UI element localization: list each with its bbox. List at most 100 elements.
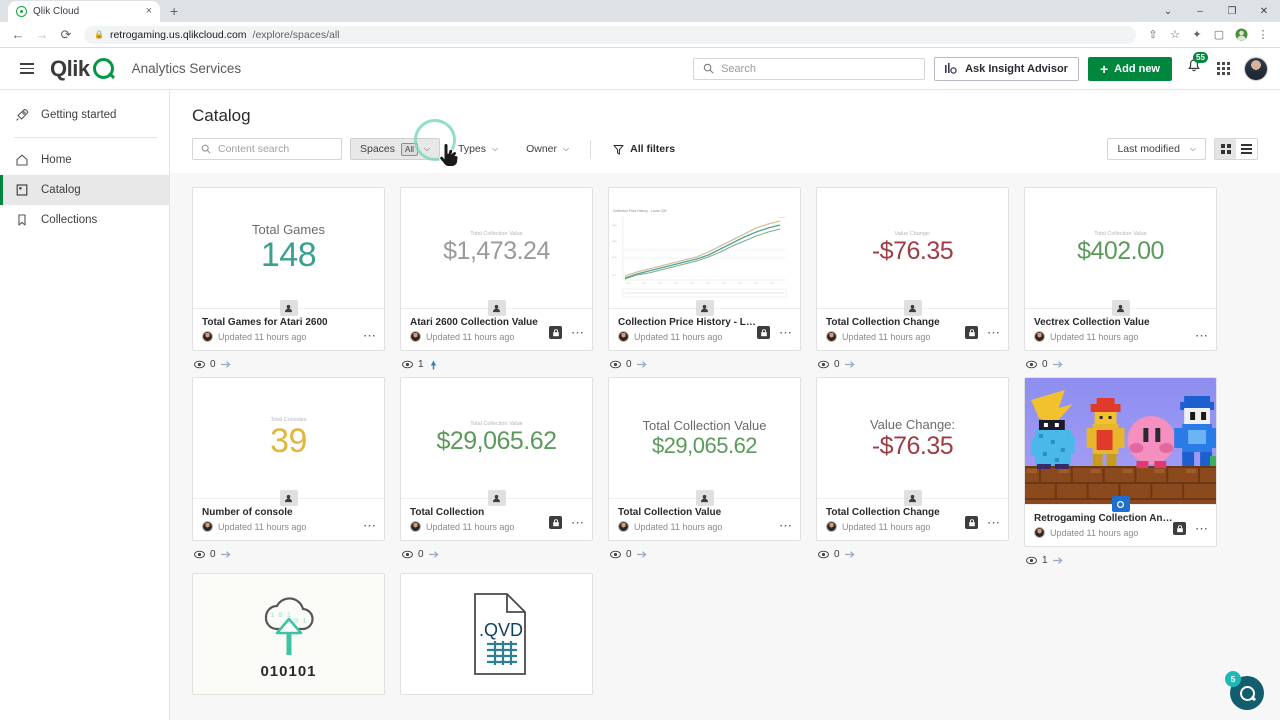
catalog-card[interactable]: Value Change: -$76.35 Total Collection C… [816,187,1009,351]
app-switcher-grid-icon[interactable] [1217,62,1230,75]
all-filters-button[interactable]: All filters [602,138,687,160]
share-arrow-icon [428,551,439,558]
card-more-menu-icon[interactable]: ⋯ [1195,329,1209,342]
profile-avatar-icon[interactable] [1230,24,1252,46]
grid-view-button[interactable] [1215,139,1236,159]
eye-icon [610,360,621,369]
qlik-logo[interactable]: Qlik [50,56,114,82]
eye-icon [1026,360,1037,369]
data-upload-icon: 1 0 10 1 [264,596,314,655]
card-thumbnail [1025,378,1216,504]
card-container: Total Collection Value $29,065.62 Total … [400,377,593,566]
private-space-lock-icon[interactable] [965,516,978,529]
notifications-button[interactable]: 55 [1186,52,1208,79]
view-count: 1 [1042,555,1048,566]
window-maximize-button[interactable]: ❐ [1216,0,1248,22]
space-badge-icon [903,300,922,316]
space-badge-icon [279,490,298,506]
home-icon [14,153,29,167]
catalog-card[interactable]: Total Consoles 39 Number of console Upda… [192,377,385,541]
catalog-card[interactable]: Total Collection Value $29,065.62 Total … [608,377,801,541]
catalog-card[interactable]: Total Collection Value $1,473.24 Atari 2… [400,187,593,351]
share-arrow-icon [1052,557,1063,564]
side-panel-icon[interactable]: ▢ [1208,24,1230,46]
spaces-filter-label: Spaces [360,143,396,155]
catalog-card[interactable]: Collection Price History - Loose CIB 201… [608,187,801,351]
svg-text:0 1: 0 1 [294,618,307,626]
card-updated-text: Updated 11 hours ago [842,521,931,532]
eye-icon [402,360,413,369]
add-new-button[interactable]: + Add new [1087,56,1172,81]
share-icon[interactable]: ⇧ [1142,24,1164,46]
card-more-menu-icon[interactable]: ⋯ [363,519,377,532]
private-space-lock-icon[interactable] [1173,522,1186,535]
browser-tab[interactable]: Qlik Cloud × [8,1,160,22]
window-close-button[interactable]: ✕ [1248,0,1280,22]
catalog-card[interactable]: 1 0 10 1 010101 [192,573,385,695]
svg-text:2020: 2020 [674,283,680,285]
card-more-menu-icon[interactable]: ⋯ [363,329,377,342]
catalog-card[interactable]: Total Collection Value $402.00 Vectrex C… [1024,187,1217,351]
user-avatar[interactable] [1244,56,1268,81]
extensions-puzzle-icon[interactable]: ✦ [1186,24,1208,46]
card-container: .QVD [400,573,593,695]
list-view-button[interactable] [1236,139,1257,159]
card-more-menu-icon[interactable]: ⋯ [1195,522,1209,535]
back-icon[interactable]: ← [6,23,30,47]
catalog-card[interactable]: Total Collection Value $29,065.62 Total … [400,377,593,541]
global-search-input[interactable]: Search [693,57,926,80]
bookmark-star-icon[interactable]: ☆ [1164,24,1186,46]
forward-icon[interactable]: → [30,23,54,47]
window-minimize-button[interactable]: – [1184,0,1216,22]
sidebar-item-collections[interactable]: Collections [0,205,169,235]
kpi-value: 39 [270,421,307,460]
ask-insight-advisor-button[interactable]: Ask Insight Advisor [934,56,1079,81]
content-scrollbar[interactable] [1273,90,1280,720]
browser-tab-strip: Qlik Cloud × + ⌄ – ❐ ✕ [0,0,1280,22]
kpi-value: $1,473.24 [443,237,550,266]
new-tab-button[interactable]: + [170,3,178,19]
share-arrow-icon [220,551,231,558]
sidebar-item-getting-started[interactable]: Getting started [0,100,169,130]
owner-avatar-icon [202,521,213,532]
app-header: Qlik Analytics Services Search Ask Insig… [0,48,1280,90]
hamburger-menu-icon[interactable] [12,54,42,84]
private-space-lock-icon[interactable] [549,516,562,529]
card-more-menu-icon[interactable]: ⋯ [779,326,793,339]
catalog-card[interactable]: .QVD [400,573,593,695]
catalog-card[interactable]: Value Change: -$76.35 Total Collection C… [816,377,1009,541]
card-more-menu-icon[interactable]: ⋯ [987,516,1001,529]
svg-text:1 0 1: 1 0 1 [270,612,291,620]
sidebar-item-label: Home [41,154,72,166]
card-more-menu-icon[interactable]: ⋯ [987,326,1001,339]
card-updated-text: Updated 11 hours ago [426,521,515,532]
sidebar-item-home[interactable]: Home [0,145,169,175]
card-stats: 0 [816,351,1009,370]
help-notification-badge: 5 [1225,671,1241,687]
notification-count-badge: 55 [1193,52,1208,63]
space-badge-icon [487,490,506,506]
help-support-button[interactable]: 5 [1225,671,1264,710]
sort-dropdown[interactable]: Last modified ⌵ [1107,138,1206,160]
card-stats: 0 [192,541,385,560]
card-more-menu-icon[interactable]: ⋯ [779,519,793,532]
address-bar[interactable]: 🔒 retrogaming.us.qlikcloud.com/explore/s… [84,25,1136,44]
private-space-lock-icon[interactable] [965,326,978,339]
types-filter-dropdown[interactable]: Types ⌵ [448,138,509,160]
sidebar-item-catalog[interactable]: Catalog [0,175,169,205]
private-space-lock-icon[interactable] [757,326,770,339]
svg-text:Legend: Legend [778,217,786,219]
card-actions: ⋯ [1173,522,1209,535]
browser-menu-icon[interactable]: ⋮ [1252,24,1274,46]
card-more-menu-icon[interactable]: ⋯ [571,326,585,339]
private-space-lock-icon[interactable] [549,326,562,339]
catalog-card[interactable]: Retrogaming Collection Analys... Updated… [1024,377,1217,547]
content-search-input[interactable]: Content search [192,138,342,160]
spaces-filter-dropdown[interactable]: Spaces All ⌵ [350,138,440,160]
window-chevron-icon[interactable]: ⌄ [1152,0,1184,22]
reload-icon[interactable]: ⟳ [54,23,78,47]
card-more-menu-icon[interactable]: ⋯ [571,516,585,529]
catalog-card[interactable]: Total Games 148 Total Games for Atari 26… [192,187,385,351]
owner-filter-dropdown[interactable]: Owner ⌵ [516,138,580,160]
close-tab-icon[interactable]: × [146,6,152,17]
